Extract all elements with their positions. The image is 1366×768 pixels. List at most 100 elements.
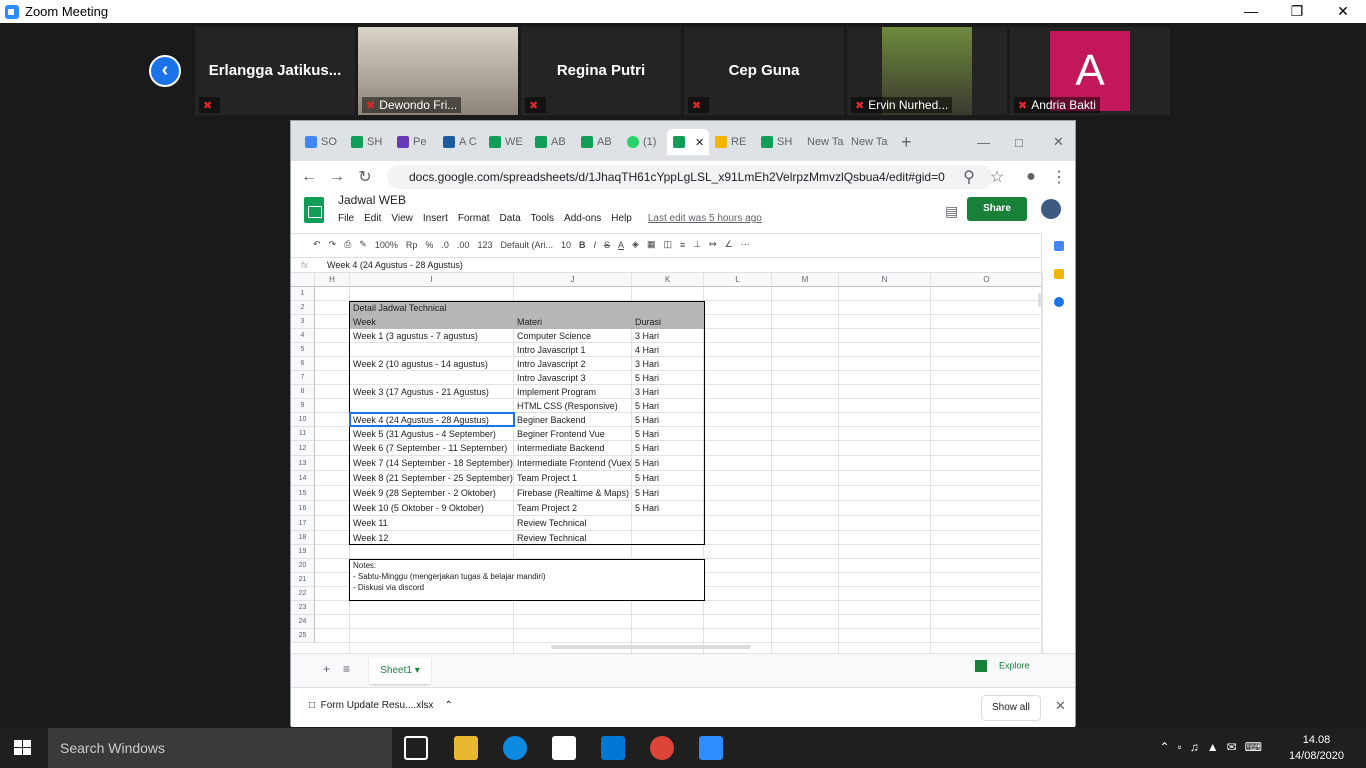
- browser-tab[interactable]: RE: [709, 129, 755, 155]
- row-header[interactable]: 12: [291, 441, 315, 456]
- all-sheets-icon[interactable]: ≡: [343, 662, 350, 676]
- file-explorer-icon[interactable]: [454, 736, 478, 760]
- zoom-search-icon[interactable]: ⚲: [955, 167, 983, 187]
- undo-icon[interactable]: ↶: [313, 239, 321, 250]
- borders-icon[interactable]: ▦: [647, 239, 656, 250]
- explore-button[interactable]: Explore: [975, 660, 1030, 672]
- browser-tab-active[interactable]: ✕: [667, 129, 709, 155]
- menu-view[interactable]: View: [391, 213, 413, 224]
- bold-icon[interactable]: B: [579, 240, 586, 250]
- column-header[interactable]: K: [632, 273, 704, 287]
- close-icon[interactable]: ✕: [1320, 0, 1366, 23]
- select-all-corner[interactable]: [291, 273, 315, 287]
- maximize-icon[interactable]: □: [1009, 129, 1039, 155]
- print-icon[interactable]: ⎙: [344, 239, 351, 250]
- account-avatar[interactable]: [1041, 199, 1061, 219]
- strikethrough-icon[interactable]: S: [604, 240, 610, 250]
- row-header[interactable]: 16: [291, 501, 315, 516]
- comments-icon[interactable]: ▤: [945, 203, 958, 220]
- column-header[interactable]: H: [315, 273, 350, 287]
- download-item[interactable]: □ Form Update Resu....xlsx ⌃: [309, 700, 453, 711]
- more-formats[interactable]: 123: [477, 240, 492, 250]
- keep-icon[interactable]: [1053, 269, 1064, 279]
- store-icon[interactable]: [552, 736, 576, 760]
- row-header[interactable]: 5: [291, 343, 315, 357]
- row-header[interactable]: 17: [291, 516, 315, 531]
- selected-cell[interactable]: [349, 412, 515, 427]
- percent-format[interactable]: %: [425, 240, 433, 250]
- paint-format-icon[interactable]: ✎: [359, 239, 367, 250]
- column-header[interactable]: L: [704, 273, 772, 287]
- show-all-button[interactable]: Show all: [981, 695, 1041, 721]
- row-header[interactable]: 19: [291, 545, 315, 559]
- close-download-bar-icon[interactable]: ✕: [1055, 698, 1066, 714]
- browser-tab[interactable]: A C: [437, 129, 483, 155]
- minimize-icon[interactable]: —: [1228, 0, 1274, 23]
- font-size-select[interactable]: 10: [561, 240, 571, 250]
- participant-tile-video[interactable]: ✖ Dewondo Fri...: [358, 27, 518, 115]
- menu-tools[interactable]: Tools: [531, 213, 554, 224]
- currency-format[interactable]: Rp: [406, 240, 418, 250]
- system-tray[interactable]: ⌃▫♫▲✉⌨: [1159, 740, 1270, 754]
- new-tab-icon[interactable]: +: [895, 129, 919, 155]
- column-header[interactable]: O: [931, 273, 1043, 287]
- row-header[interactable]: 9: [291, 399, 315, 413]
- add-sheet-icon[interactable]: +: [323, 662, 330, 676]
- decrease-decimal[interactable]: .0: [441, 240, 449, 250]
- row-header[interactable]: 15: [291, 486, 315, 501]
- rotate-icon[interactable]: ∠: [725, 239, 733, 250]
- column-header[interactable]: I: [350, 273, 514, 287]
- row-header[interactable]: 11: [291, 427, 315, 441]
- row-header[interactable]: 22: [291, 587, 315, 601]
- forward-icon[interactable]: →: [323, 168, 351, 186]
- back-icon[interactable]: ←: [295, 168, 323, 186]
- align-icon[interactable]: ≡: [680, 240, 685, 250]
- calendar-icon[interactable]: [1053, 241, 1064, 251]
- menu-format[interactable]: Format: [458, 213, 490, 224]
- row-header[interactable]: 23: [291, 601, 315, 615]
- sheets-logo-icon[interactable]: [304, 197, 324, 223]
- browser-tab[interactable]: WE: [483, 129, 529, 155]
- row-header[interactable]: 8: [291, 385, 315, 399]
- maximize-icon[interactable]: ❐: [1274, 0, 1320, 23]
- more-menu-icon[interactable]: ⋮: [1045, 167, 1073, 187]
- merge-icon[interactable]: ◫: [663, 239, 672, 250]
- url-input[interactable]: docs.google.com/spreadsheets/d/1JhaqTH61…: [387, 165, 993, 189]
- browser-tab[interactable]: AB: [529, 129, 575, 155]
- font-select[interactable]: Default (Ari...: [500, 240, 553, 250]
- browser-tab[interactable]: New Ta: [801, 129, 845, 155]
- row-header[interactable]: 1: [291, 287, 315, 301]
- fill-color-icon[interactable]: ◈: [632, 239, 639, 250]
- browser-tab[interactable]: SH: [345, 129, 391, 155]
- close-tab-icon[interactable]: ✕: [695, 136, 704, 149]
- row-header[interactable]: 7: [291, 371, 315, 385]
- last-edit-link[interactable]: Last edit was 5 hours ago: [648, 213, 762, 224]
- column-header[interactable]: N: [839, 273, 931, 287]
- participant-tile[interactable]: Erlangga Jatikus... ✖: [195, 27, 355, 115]
- menu-insert[interactable]: Insert: [423, 213, 448, 224]
- notes-line[interactable]: Notes:: [350, 560, 376, 571]
- share-button[interactable]: Share: [967, 197, 1027, 221]
- italic-icon[interactable]: I: [594, 240, 597, 250]
- bookmark-star-icon[interactable]: ☆: [983, 167, 1011, 187]
- increase-decimal[interactable]: .00: [457, 240, 470, 250]
- text-color-icon[interactable]: A: [618, 240, 624, 250]
- row-header[interactable]: 18: [291, 531, 315, 545]
- row-header[interactable]: 2: [291, 301, 315, 315]
- minimize-icon[interactable]: —: [971, 129, 1001, 155]
- wrap-icon[interactable]: ↦: [709, 239, 717, 250]
- column-header[interactable]: M: [772, 273, 839, 287]
- participant-tile[interactable]: Cep Guna ✖: [684, 27, 844, 115]
- participant-tile[interactable]: Regina Putri ✖: [521, 27, 681, 115]
- browser-tab[interactable]: AB: [575, 129, 621, 155]
- chrome-icon[interactable]: [650, 736, 674, 760]
- windows-search-box[interactable]: Search Windows: [48, 728, 392, 768]
- menu-edit[interactable]: Edit: [364, 213, 381, 224]
- row-header[interactable]: 14: [291, 471, 315, 486]
- row-header[interactable]: 3: [291, 315, 315, 329]
- zoom-icon[interactable]: [699, 736, 723, 760]
- windows-start-icon[interactable]: [14, 740, 32, 756]
- browser-tab[interactable]: (1): [621, 129, 667, 155]
- menu-data[interactable]: Data: [500, 213, 521, 224]
- row-header[interactable]: 13: [291, 456, 315, 471]
